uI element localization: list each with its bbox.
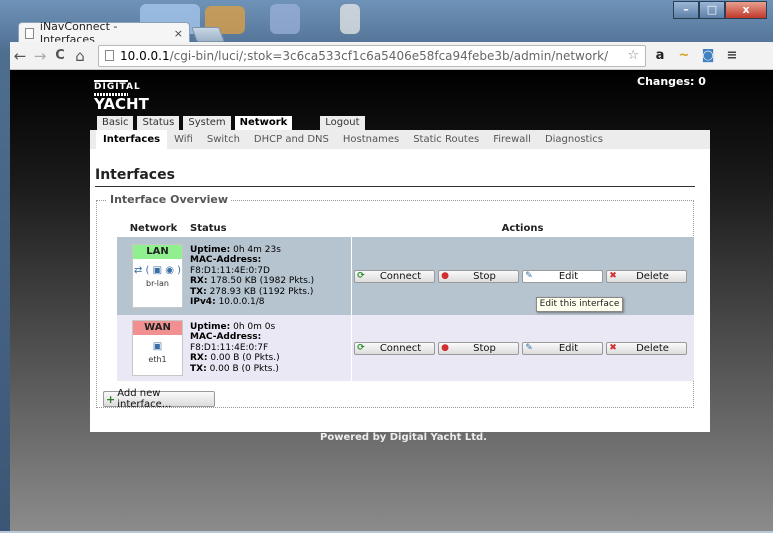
col-actions: Actions — [501, 223, 544, 234]
content-panel: Interfaces Wifi Switch DHCP and DNS Host… — [90, 130, 710, 432]
browser-window: – □ x iNavConnect - Interfaces × ← → C ⌂… — [0, 0, 773, 533]
tab-interfaces[interactable]: Interfaces — [96, 130, 168, 149]
amazon-extension-icon[interactable]: a — [650, 48, 670, 63]
network-name: WAN — [133, 321, 182, 335]
network-badge-lan: LAN ⇄ ( ▣ ◉ ) br-lan — [132, 244, 183, 308]
tab-dhcp-dns[interactable]: DHCP and DNS — [247, 134, 336, 145]
actions-cell: ⟳ Connect ● Stop ✎ Edit ✖ Delete — [351, 315, 694, 381]
menu-icon[interactable]: ≡ — [722, 48, 742, 63]
table-row-wan: WAN ▣ eth1 Uptime: 0h 0m 0s MAC-Address:… — [117, 315, 694, 381]
col-status: Status — [190, 223, 227, 234]
page-icon — [105, 50, 114, 61]
tab-switch[interactable]: Switch — [200, 134, 247, 145]
menu-logout[interactable]: Logout — [320, 116, 365, 130]
actions-cell: ⟳ Connect ● Stop ✎ Edit ✖ Delete — [351, 237, 694, 315]
network-name: LAN — [133, 245, 182, 259]
network-device-icon: ▣ — [152, 341, 163, 352]
col-network: Network — [129, 223, 178, 234]
maximize-button[interactable]: □ — [699, 1, 725, 19]
network-device: br-lan — [146, 279, 169, 288]
menu-network[interactable]: Network — [234, 116, 293, 131]
stop-button[interactable]: ● Stop — [437, 269, 519, 283]
menu-basic[interactable]: Basic — [97, 116, 134, 130]
delete-icon: ✖ — [609, 271, 617, 281]
reload-icon: ⟳ — [357, 271, 365, 281]
edit-button[interactable]: ✎ Edit — [521, 341, 603, 355]
close-window-button[interactable]: x — [725, 1, 767, 19]
tab-wifi[interactable]: Wifi — [167, 134, 200, 145]
network-badge-wan: WAN ▣ eth1 — [132, 320, 183, 376]
tab-firewall[interactable]: Firewall — [486, 134, 538, 145]
address-bar[interactable]: 10.0.0.1 /cgi-bin/luci/;stok=3c6ca533cf1… — [98, 44, 646, 67]
top-menu: Basic Status System Network Logout — [97, 116, 365, 131]
add-new-interface-button[interactable]: + Add new interface... — [103, 388, 215, 410]
footer-text: Powered by Digital Yacht Ltd. — [320, 432, 487, 443]
status-cell: Uptime: 0h 4m 23s MAC-Address: F8:D1:11:… — [190, 237, 352, 315]
connect-button[interactable]: ⟳ Connect — [353, 341, 435, 355]
page-title: Interfaces — [95, 167, 175, 183]
status-cell: Uptime: 0h 0m 0s MAC-Address: F8:D1:11:4… — [190, 315, 352, 381]
reload-icon[interactable]: C — [50, 48, 70, 63]
title-divider — [95, 186, 695, 187]
home-icon[interactable]: ⌂ — [70, 47, 90, 65]
url-host: 10.0.0.1 — [120, 48, 170, 63]
changes-counter[interactable]: Changes: 0 — [637, 75, 706, 88]
menu-system[interactable]: System — [183, 116, 231, 130]
edit-icon: ✎ — [525, 271, 533, 281]
forward-arrow-icon[interactable]: → — [30, 47, 50, 65]
delete-button[interactable]: ✖ Delete — [605, 269, 687, 283]
tab-diagnostics[interactable]: Diagnostics — [538, 134, 610, 145]
connect-button[interactable]: ⟳ Connect — [353, 269, 435, 283]
add-icon: + — [106, 392, 116, 406]
menu-status[interactable]: Status — [137, 116, 180, 130]
stop-icon: ● — [441, 271, 449, 281]
reload-icon: ⟳ — [357, 343, 365, 353]
minimize-button[interactable]: – — [673, 1, 699, 19]
edit-tooltip: Edit this interface — [536, 297, 623, 312]
browser-tab[interactable]: iNavConnect - Interfaces × — [18, 20, 190, 46]
delete-button[interactable]: ✖ Delete — [605, 341, 687, 355]
extension-icon[interactable]: ~ — [674, 48, 694, 63]
tab-static-routes[interactable]: Static Routes — [406, 134, 486, 145]
tab-hostnames[interactable]: Hostnames — [336, 134, 406, 145]
tab-close-icon[interactable]: × — [174, 27, 183, 40]
digital-yacht-logo: DIGITAL YACHT — [94, 80, 149, 113]
url-path: /cgi-bin/luci/;stok=3c6ca533cf1c6a5406e5… — [169, 48, 609, 63]
back-arrow-icon[interactable]: ← — [10, 47, 30, 65]
sub-menu: Interfaces Wifi Switch DHCP and DNS Host… — [90, 130, 710, 149]
window-controls: – □ x — [673, 1, 767, 19]
extension-icon-2[interactable]: ◙ — [698, 48, 718, 63]
interface-overview-legend: Interface Overview — [107, 193, 232, 206]
edit-icon: ✎ — [525, 343, 533, 353]
edit-button[interactable]: ✎ Edit — [521, 269, 603, 283]
stop-button[interactable]: ● Stop — [437, 341, 519, 355]
browser-toolbar: ← → C ⌂ 10.0.0.1 /cgi-bin/luci/;stok=3c6… — [10, 42, 773, 70]
page-icon — [25, 27, 34, 39]
new-tab-button[interactable] — [191, 27, 225, 42]
table-header: Network Status Actions — [117, 220, 694, 237]
delete-icon: ✖ — [609, 343, 617, 353]
network-devices-icon: ⇄ ( ▣ ◉ ) — [133, 265, 182, 276]
network-device: eth1 — [148, 355, 167, 364]
stop-icon: ● — [441, 343, 449, 353]
web-page: DIGITAL YACHT Changes: 0 Basic Status Sy… — [10, 70, 773, 533]
bookmark-star-icon[interactable]: ☆ — [627, 48, 639, 63]
